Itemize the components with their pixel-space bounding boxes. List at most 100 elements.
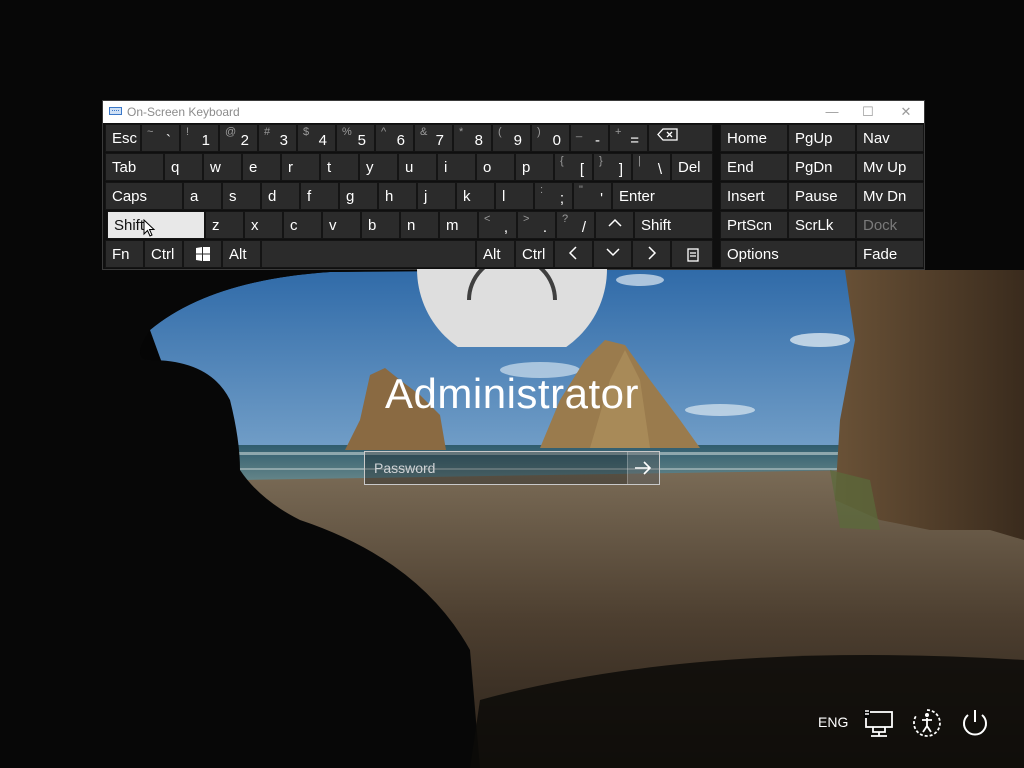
key-ralt[interactable]: Alt <box>476 240 515 268</box>
key-label: c <box>290 217 298 234</box>
key-lctrl[interactable]: Ctrl <box>144 240 183 268</box>
key-rctrl[interactable]: Ctrl <box>515 240 554 268</box>
key-label: Ctrl <box>151 246 175 263</box>
key-up[interactable] <box>595 211 634 239</box>
key-u[interactable]: u <box>398 153 437 181</box>
key-z[interactable]: z <box>205 211 244 239</box>
key-slash[interactable]: ? / <box>556 211 595 239</box>
submit-button[interactable] <box>627 452 659 484</box>
key-pgup[interactable]: PgUp <box>788 124 856 152</box>
key-period[interactable]: >. <box>517 211 556 239</box>
key-tilde[interactable]: ~ ` <box>141 124 180 152</box>
key-5[interactable]: % 5 <box>336 124 375 152</box>
key-label: e <box>249 159 258 176</box>
key-e[interactable]: e <box>242 153 281 181</box>
key-lbracket[interactable]: {[ <box>554 153 593 181</box>
key-8[interactable]: * 8 <box>453 124 492 152</box>
key-comma[interactable]: <, <box>478 211 517 239</box>
key-l[interactable]: l <box>495 182 534 210</box>
key-0[interactable]: ) 0 <box>531 124 570 152</box>
key-3[interactable]: #3 <box>258 124 297 152</box>
key-fade[interactable]: Fade <box>856 240 924 268</box>
key-f[interactable]: f <box>300 182 339 210</box>
key-i[interactable]: i <box>437 153 476 181</box>
key-j[interactable]: j <box>417 182 456 210</box>
key-shifted-label: ? <box>562 213 569 225</box>
key-k[interactable]: k <box>456 182 495 210</box>
key-esc[interactable]: Esc <box>105 124 141 152</box>
key-fn[interactable]: Fn <box>105 240 144 268</box>
language-indicator[interactable]: ENG <box>818 714 848 730</box>
key-enter[interactable]: Enter <box>612 182 713 210</box>
key-c[interactable]: c <box>283 211 322 239</box>
key-home[interactable]: Home <box>720 124 788 152</box>
key-left[interactable] <box>554 240 593 268</box>
key-tab[interactable]: Tab <box>105 153 164 181</box>
key-y[interactable]: y <box>359 153 398 181</box>
key-rshift[interactable]: Shift <box>634 211 713 239</box>
key-equals[interactable]: + = <box>609 124 648 152</box>
key-b[interactable]: b <box>361 211 400 239</box>
key-mvdn[interactable]: Mv Dn <box>856 182 924 210</box>
key-dock[interactable]: Dock <box>856 211 924 239</box>
key-4[interactable]: $4 <box>297 124 336 152</box>
key-prtscn[interactable]: PrtScn <box>720 211 788 239</box>
power-icon[interactable] <box>958 706 992 740</box>
close-button[interactable]: ✕ <box>888 101 924 123</box>
key-shifted-label: @ <box>225 126 237 138</box>
key-label: 7 <box>435 132 444 149</box>
key-g[interactable]: g <box>339 182 378 210</box>
minimize-button[interactable]: — <box>814 101 850 123</box>
key-quote[interactable]: " ' <box>573 182 612 210</box>
key-q[interactable]: q <box>164 153 203 181</box>
key-m[interactable]: m <box>439 211 478 239</box>
key-options[interactable]: Options <box>720 240 856 268</box>
key-2[interactable]: @2 <box>219 124 258 152</box>
key-pgdn[interactable]: PgDn <box>788 153 856 181</box>
key-win[interactable] <box>183 240 222 268</box>
key-9[interactable]: (9 <box>492 124 531 152</box>
key-d[interactable]: d <box>261 182 300 210</box>
osk-titlebar[interactable]: On-Screen Keyboard — ☐ ✕ <box>103 101 924 123</box>
key-6[interactable]: ^ 6 <box>375 124 414 152</box>
key-label: ] <box>618 161 623 178</box>
ease-of-access-icon[interactable] <box>910 706 944 740</box>
key-p[interactable]: p <box>515 153 554 181</box>
password-input[interactable] <box>365 452 625 484</box>
key-end[interactable]: End <box>720 153 788 181</box>
key-label: v <box>329 217 337 234</box>
key-1[interactable]: ! 1 <box>180 124 219 152</box>
key-del[interactable]: Del <box>671 153 713 181</box>
key-t[interactable]: t <box>320 153 359 181</box>
key-backspace[interactable] <box>648 124 713 152</box>
key-insert[interactable]: Insert <box>720 182 788 210</box>
key-r[interactable]: r <box>281 153 320 181</box>
key-nav[interactable]: Nav <box>856 124 924 152</box>
key-n[interactable]: n <box>400 211 439 239</box>
key-s[interactable]: s <box>222 182 261 210</box>
key-7[interactable]: & 7 <box>414 124 453 152</box>
key-h[interactable]: h <box>378 182 417 210</box>
key-o[interactable]: o <box>476 153 515 181</box>
key-right[interactable] <box>632 240 671 268</box>
key-w[interactable]: w <box>203 153 242 181</box>
key-scrlk[interactable]: ScrLk <box>788 211 856 239</box>
key-rbracket[interactable]: }] <box>593 153 632 181</box>
key-backslash[interactable]: | \ <box>632 153 671 181</box>
key-semicolon[interactable]: :; <box>534 182 573 210</box>
key-label: Alt <box>483 246 501 263</box>
key-minus[interactable]: _ - <box>570 124 609 152</box>
key-lalt[interactable]: Alt <box>222 240 261 268</box>
key-a[interactable]: a <box>183 182 222 210</box>
key-caps[interactable]: Caps <box>105 182 183 210</box>
key-down[interactable] <box>593 240 632 268</box>
key-mvup[interactable]: Mv Up <box>856 153 924 181</box>
network-icon[interactable] <box>862 706 896 740</box>
key-x[interactable]: x <box>244 211 283 239</box>
maximize-button[interactable]: ☐ <box>850 101 886 123</box>
key-space[interactable] <box>261 240 476 268</box>
key-v[interactable]: v <box>322 211 361 239</box>
key-label: Mv Dn <box>863 188 907 205</box>
key-menu[interactable] <box>671 240 713 268</box>
key-pause[interactable]: Pause <box>788 182 856 210</box>
